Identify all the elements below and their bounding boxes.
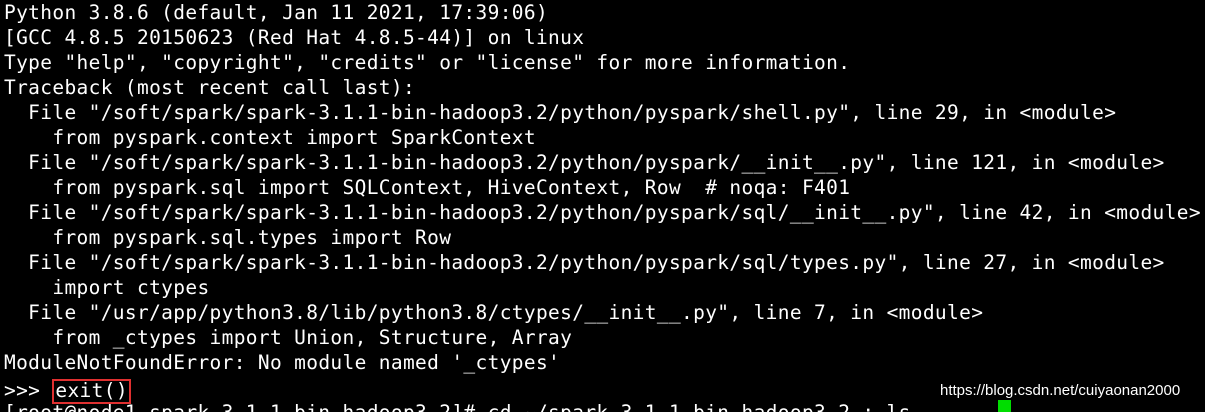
terminal-window[interactable]: Python 3.8.6 (default, Jan 11 2021, 17:3…	[0, 0, 1205, 412]
terminal-line: Traceback (most recent call last):	[4, 76, 416, 99]
python-prompt: >>>	[4, 379, 53, 402]
cursor-container	[998, 400, 1011, 412]
terminal-line: Python 3.8.6 (default, Jan 11 2021, 17:3…	[4, 1, 549, 24]
terminal-line: Type "help", "copyright", "credits" or "…	[4, 51, 851, 74]
error-line: ModuleNotFoundError: No module named '_c…	[4, 351, 561, 374]
terminal-line: File "/soft/spark/spark-3.1.1-bin-hadoop…	[4, 201, 1201, 224]
watermark-url: https://blog.csdn.net/cuiyaonan2000	[940, 382, 1181, 399]
terminal-line: [GCC 4.8.5 20150623 (Red Hat 4.8.5-44)] …	[4, 26, 585, 49]
terminal-line: from pyspark.context import SparkContext	[4, 126, 536, 149]
terminal-line: import ctypes	[4, 276, 210, 299]
terminal-line: from pyspark.sql.types import Row	[4, 226, 452, 249]
terminal-line: from _ctypes import Union, Structure, Ar…	[4, 326, 573, 349]
terminal-line: File "/soft/spark/spark-3.1.1-bin-hadoop…	[4, 101, 1117, 124]
terminal-line: from pyspark.sql import SQLContext, Hive…	[4, 176, 851, 199]
terminal-line: File "/soft/spark/spark-3.1.1-bin-hadoop…	[4, 151, 1165, 174]
text-cursor	[998, 400, 1011, 412]
terminal-line: File "/soft/spark/spark-3.1.1-bin-hadoop…	[4, 251, 1165, 274]
terminal-line: File "/usr/app/python3.8/lib/python3.8/c…	[4, 301, 984, 324]
next-shell-line: [root@node1 spark-3.1.1-bin-hadoop3.2]# …	[4, 400, 911, 412]
